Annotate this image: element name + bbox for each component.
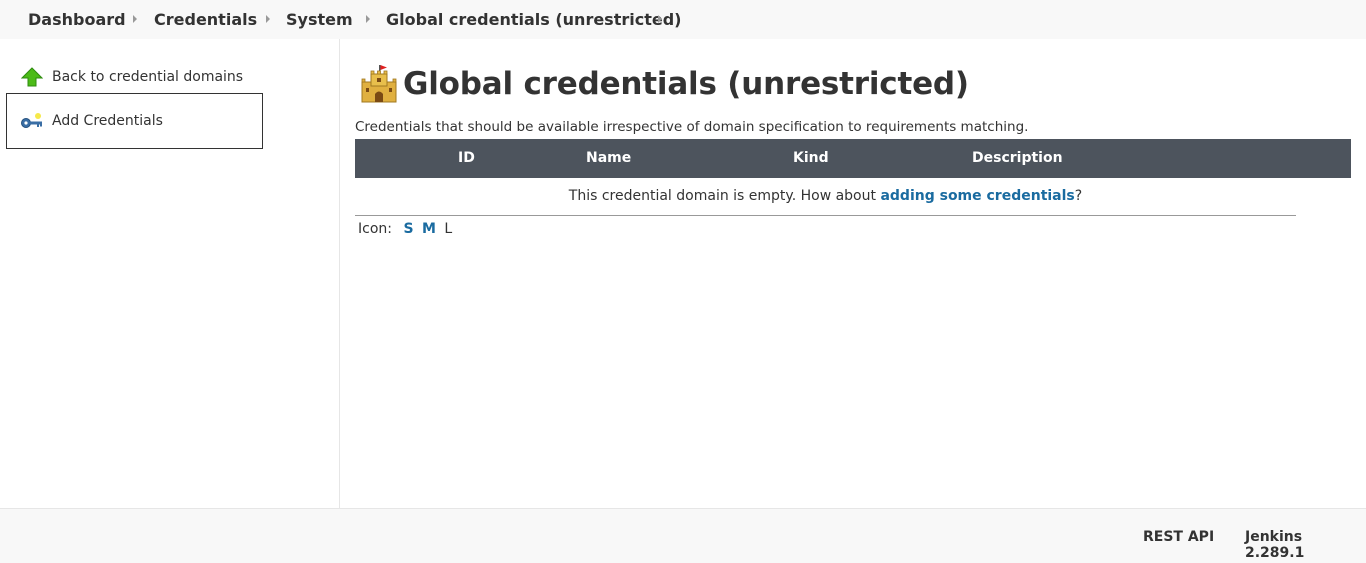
icon-size-large-current: L (444, 221, 453, 237)
sidebar: Back to credential domains Add Credentia… (0, 39, 340, 508)
chevron-right-icon[interactable] (133, 15, 137, 23)
page-description: Credentials that should be available irr… (355, 119, 1029, 135)
icon-size-label: Icon: (358, 221, 392, 237)
icon-size-selector: Icon: S M L (358, 221, 452, 237)
sidebar-item-label: Back to credential domains (52, 69, 244, 85)
breadcrumb: Dashboard Credentials System Global cred… (0, 0, 1366, 39)
icon-size-small-link[interactable]: S (403, 221, 413, 237)
column-header-description[interactable]: Description (972, 150, 1063, 166)
breadcrumb-item-system[interactable]: System (286, 10, 353, 29)
back-to-credential-domains-link[interactable]: Back to credential domains (20, 63, 277, 91)
breadcrumb-item-dashboard[interactable]: Dashboard (28, 10, 126, 29)
add-credentials-inline-link[interactable]: adding some credentials (880, 188, 1074, 204)
sidebar-item-label: Add Credentials (52, 113, 163, 129)
castle-icon (359, 64, 399, 104)
column-header-id[interactable]: ID (458, 150, 475, 166)
chevron-right-icon[interactable] (366, 15, 370, 23)
chevron-right-icon[interactable] (658, 15, 662, 23)
breadcrumb-item-credentials[interactable]: Credentials (154, 10, 257, 29)
key-icon (20, 109, 44, 133)
title-row: Global credentials (unrestricted) (359, 64, 969, 104)
breadcrumb-item-global-credentials[interactable]: Global credentials (unrestricted) (386, 10, 681, 29)
credentials-table: ID Name Kind Description This credential… (355, 139, 1351, 216)
column-header-kind[interactable]: Kind (793, 150, 829, 166)
main-panel: Global credentials (unrestricted) Creden… (340, 39, 1366, 508)
table-header: ID Name Kind Description (355, 139, 1351, 178)
empty-message: This credential domain is empty. How abo… (568, 188, 881, 204)
breadcrumb-label: System (286, 10, 353, 29)
breadcrumb-label: Credentials (154, 10, 258, 29)
jenkins-version-link[interactable]: Jenkins 2.289.1 (1245, 529, 1366, 561)
page-title: Global credentials (unrestricted) (403, 66, 969, 102)
up-arrow-icon (20, 65, 44, 89)
add-credentials-link[interactable]: Add Credentials (6, 93, 263, 149)
rest-api-link[interactable]: REST API (1143, 529, 1214, 545)
breadcrumb-label: Dashboard (28, 10, 126, 29)
column-header-name[interactable]: Name (586, 150, 631, 166)
icon-size-medium-link[interactable]: M (422, 221, 436, 237)
empty-table-row: This credential domain is empty. How abo… (355, 178, 1296, 216)
empty-message-end: ? (1074, 188, 1083, 204)
breadcrumb-label: Global credentials (unrestricted) (386, 10, 682, 29)
footer: REST API Jenkins 2.289.1 (0, 508, 1366, 563)
chevron-right-icon[interactable] (266, 15, 270, 23)
